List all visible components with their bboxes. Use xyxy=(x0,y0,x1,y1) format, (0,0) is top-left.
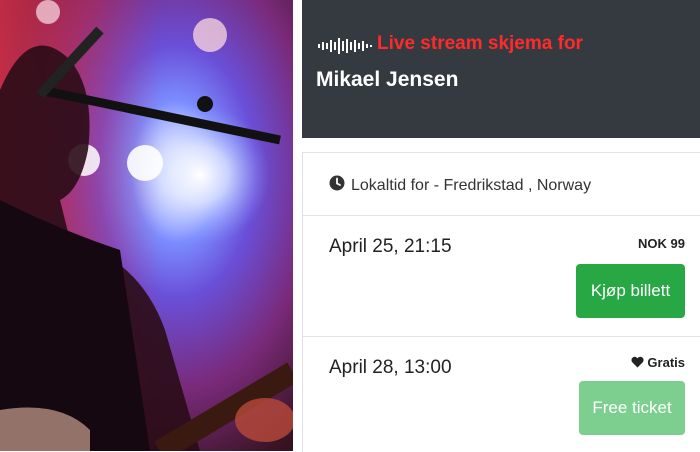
event-price: Gratis xyxy=(631,355,685,370)
event-date: April 25, 21:15 xyxy=(329,236,452,257)
buy-ticket-button[interactable]: Kjøp billett xyxy=(576,264,685,318)
audio-wave-icon xyxy=(318,38,372,54)
event-row: April 25, 21:15 NOK 99 Kjøp billett xyxy=(303,216,700,337)
concert-photo-graphic xyxy=(0,0,293,451)
live-stream-label: Live stream skjema for xyxy=(377,33,583,54)
schedule-card: Lokaltid for - Fredrikstad , Norway Apri… xyxy=(302,152,700,452)
heart-icon xyxy=(631,356,644,368)
timezone-label: Lokaltid for - Fredrikstad , Norway xyxy=(351,177,592,194)
artist-photo xyxy=(0,0,293,451)
stream-header: Live stream skjema for Mikael Jensen xyxy=(302,0,700,138)
artist-name: Mikael Jensen xyxy=(316,68,459,91)
free-ticket-button[interactable]: Free ticket xyxy=(579,381,685,435)
event-price-label: Gratis xyxy=(647,355,685,370)
event-row: April 28, 13:00 Gratis Free ticket xyxy=(303,337,700,452)
clock-icon xyxy=(329,175,345,191)
event-date: April 28, 13:00 xyxy=(329,357,452,378)
timezone-row: Lokaltid for - Fredrikstad , Norway xyxy=(303,153,700,216)
event-price: NOK 99 xyxy=(638,236,685,251)
